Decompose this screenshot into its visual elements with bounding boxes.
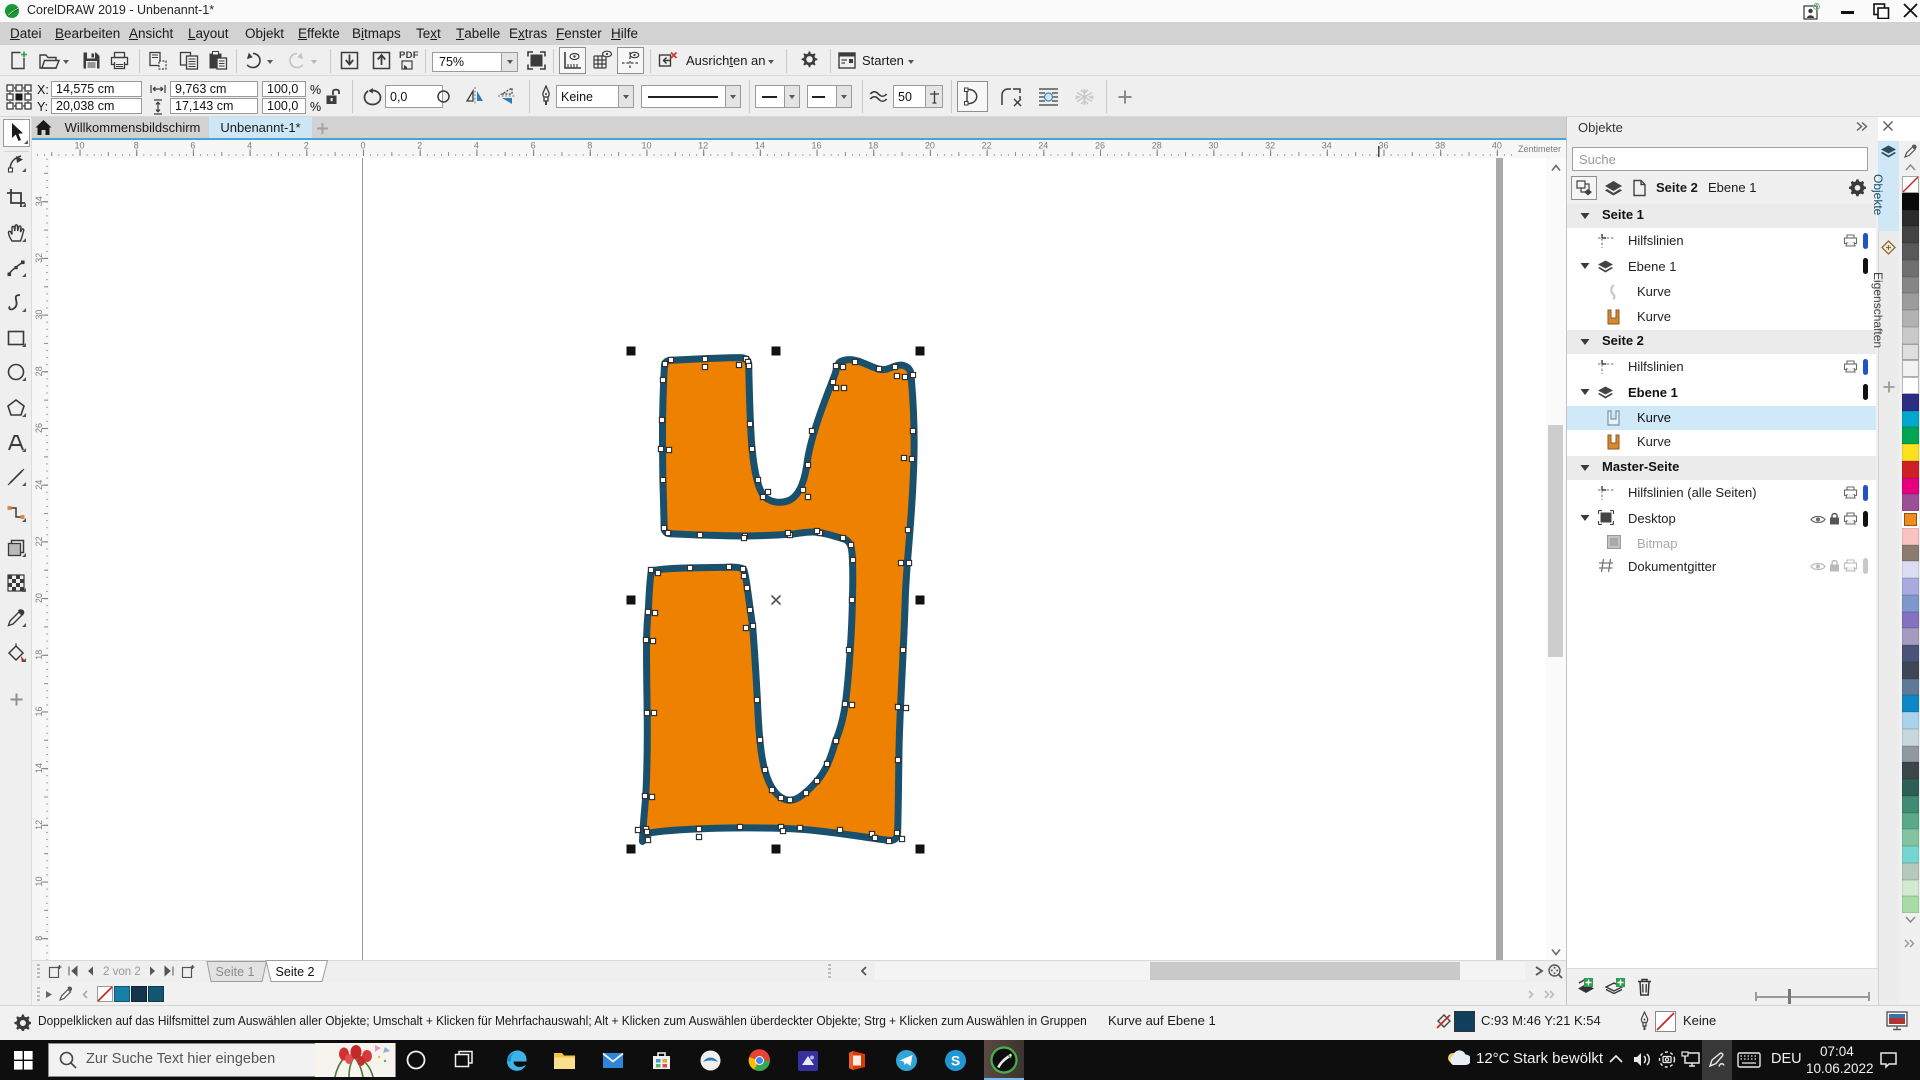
svg-text:8: 8	[587, 141, 592, 151]
svg-text:24: 24	[34, 480, 44, 490]
svg-text:20: 20	[925, 141, 935, 151]
svg-text:S: S	[951, 1053, 960, 1069]
svg-text:8: 8	[134, 141, 139, 151]
svg-text:38: 38	[1435, 141, 1445, 151]
svg-text:34: 34	[34, 196, 44, 206]
svg-text:40: 40	[1492, 141, 1502, 151]
svg-text:18: 18	[868, 141, 878, 151]
svg-text:20: 20	[34, 593, 44, 603]
svg-text:32: 32	[1265, 141, 1275, 151]
svg-text:10: 10	[641, 141, 651, 151]
svg-text:36: 36	[1378, 141, 1388, 151]
svg-text:24: 24	[1038, 141, 1048, 151]
svg-text:4: 4	[474, 141, 479, 151]
svg-text:6: 6	[531, 141, 536, 151]
svg-text:32: 32	[34, 253, 44, 263]
svg-text:6: 6	[190, 141, 195, 151]
svg-text:22: 22	[982, 141, 992, 151]
svg-text:10: 10	[75, 141, 85, 151]
svg-text:Zentimeter: Zentimeter	[1518, 144, 1561, 154]
svg-text:26: 26	[1095, 141, 1105, 151]
svg-text:2: 2	[304, 141, 309, 151]
svg-text:34: 34	[1322, 141, 1332, 151]
svg-text:30: 30	[34, 310, 44, 320]
svg-text:10: 10	[34, 877, 44, 887]
svg-text:8: 8	[34, 936, 44, 941]
svg-text:2: 2	[417, 141, 422, 151]
svg-text:18: 18	[34, 650, 44, 660]
svg-text:30: 30	[1208, 141, 1218, 151]
svg-text:12: 12	[34, 820, 44, 830]
svg-text:0: 0	[360, 141, 365, 151]
svg-text:14: 14	[34, 763, 44, 773]
svg-text:4: 4	[247, 141, 252, 151]
svg-text:28: 28	[34, 366, 44, 376]
svg-text:22: 22	[34, 536, 44, 546]
svg-text:28: 28	[1152, 141, 1162, 151]
svg-text:16: 16	[34, 706, 44, 716]
svg-text:16: 16	[812, 141, 822, 151]
svg-text:26: 26	[34, 423, 44, 433]
svg-text:12: 12	[698, 141, 708, 151]
svg-text:14: 14	[755, 141, 765, 151]
